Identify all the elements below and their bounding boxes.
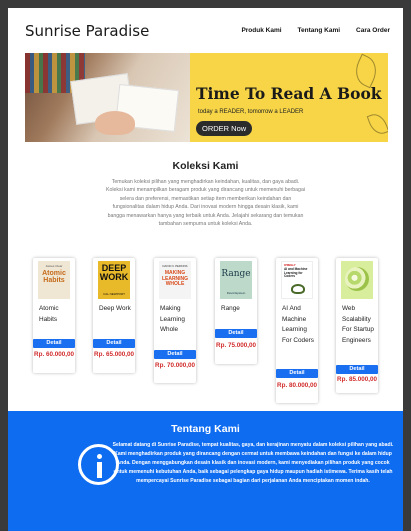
detail-button[interactable]: Detail bbox=[215, 329, 257, 338]
product-price: Rp. 85.000,00 bbox=[337, 376, 377, 383]
cover-title: Range bbox=[221, 269, 251, 279]
detail-button[interactable]: Detail bbox=[33, 339, 75, 348]
product-name: Web Scalability For Startup Engineers bbox=[342, 305, 374, 344]
cover-title: DEEP WORK bbox=[99, 263, 129, 282]
product-card[interactable]: James Clear Atomic Habits Atomic Habits … bbox=[33, 258, 75, 373]
product-price: Rp. 80.000,00 bbox=[277, 382, 317, 389]
nav-cara-order[interactable]: Cara Order bbox=[356, 27, 390, 34]
book-cover-image bbox=[341, 261, 373, 299]
book-cover-image: Range David Epstein bbox=[220, 261, 252, 299]
product-card[interactable]: DAVID N. PERKINS MAKING LEARNING WHOLE M… bbox=[154, 258, 196, 383]
cover-title: MAKING LEARNING WHOLE bbox=[161, 270, 189, 287]
book-cover-image: DEEP WORK CAL NEWPORT bbox=[98, 261, 130, 299]
hand-image bbox=[95, 111, 135, 135]
banner-subtitle: today a READER, tomorrow a LEADER bbox=[198, 109, 304, 115]
banner-title: Time To Read A Book bbox=[196, 84, 382, 103]
detail-button[interactable]: Detail bbox=[154, 350, 196, 359]
info-bar bbox=[97, 462, 102, 478]
banner-photo bbox=[25, 53, 190, 142]
product-name: Making Learning Whole bbox=[160, 305, 185, 333]
nav-tentang-kami[interactable]: Tentang Kami bbox=[298, 27, 341, 34]
detail-button[interactable]: Detail bbox=[93, 339, 135, 348]
tentang-section: Tentang Kami Selamat datang di Sunrise P… bbox=[8, 411, 403, 531]
product-card[interactable]: DEEP WORK CAL NEWPORT Deep Work Detail R… bbox=[93, 258, 135, 373]
koleksi-title: Koleksi Kami bbox=[172, 160, 239, 172]
book-cover-image: O'REILLY AI and Machine Learning for Cod… bbox=[281, 261, 313, 299]
product-price: Rp. 65.000,00 bbox=[94, 351, 134, 358]
product-name: AI And Machine Learning For Coders bbox=[282, 305, 314, 344]
koleksi-description: Temukan koleksi pilihan yang menghadirka… bbox=[106, 179, 305, 228]
main-nav: Produk Kami Tentang Kami Cara Order bbox=[241, 27, 390, 34]
product-name: Deep Work bbox=[99, 305, 131, 312]
nav-produk-kami[interactable]: Produk Kami bbox=[241, 27, 281, 34]
detail-button[interactable]: Detail bbox=[336, 365, 378, 374]
product-card[interactable]: O'REILLY AI and Machine Learning for Cod… bbox=[276, 258, 318, 403]
cover-author: James Clear bbox=[45, 264, 63, 268]
product-price: Rp. 60.000,00 bbox=[34, 351, 74, 358]
brand-logo[interactable]: Sunrise Paradise bbox=[25, 22, 149, 40]
product-name: Range bbox=[221, 305, 240, 312]
book-cover-image: James Clear Atomic Habits bbox=[38, 261, 70, 299]
cover-author: CAL NEWPORT bbox=[103, 292, 125, 296]
lizard-illustration-icon bbox=[291, 284, 305, 294]
hero-banner: Time To Read A Book today a READER, tomo… bbox=[25, 53, 388, 142]
product-card[interactable]: Range David Epstein Range Detail Rp. 75.… bbox=[215, 258, 257, 364]
book-cover-image: DAVID N. PERKINS MAKING LEARNING WHOLE bbox=[159, 261, 191, 299]
cover-author: DAVID N. PERKINS bbox=[162, 264, 188, 268]
cover-author: David Epstein bbox=[226, 291, 246, 295]
spiral-shell-icon bbox=[345, 267, 369, 291]
tentang-title: Tentang Kami bbox=[171, 423, 240, 435]
product-name: Atomic Habits bbox=[39, 305, 59, 323]
product-price: Rp. 75.000,00 bbox=[216, 342, 256, 349]
cover-title: Atomic Habits bbox=[42, 270, 66, 284]
cover-title: AI and Machine Learning for Coders bbox=[284, 267, 308, 279]
info-dot bbox=[97, 454, 102, 459]
detail-button[interactable]: Detail bbox=[276, 369, 318, 378]
product-card[interactable]: Web Scalability For Startup Engineers De… bbox=[336, 258, 378, 393]
page: Sunrise Paradise Produk Kami Tentang Kam… bbox=[8, 8, 403, 531]
product-price: Rp. 70.000,00 bbox=[155, 362, 195, 369]
tentang-text: Selamat datang di Sunrise Paradise, temp… bbox=[112, 442, 394, 485]
site-header: Sunrise Paradise Produk Kami Tentang Kam… bbox=[8, 8, 403, 54]
order-now-button[interactable]: ORDER Now bbox=[196, 121, 253, 136]
leaf-decoration-icon bbox=[366, 110, 388, 138]
